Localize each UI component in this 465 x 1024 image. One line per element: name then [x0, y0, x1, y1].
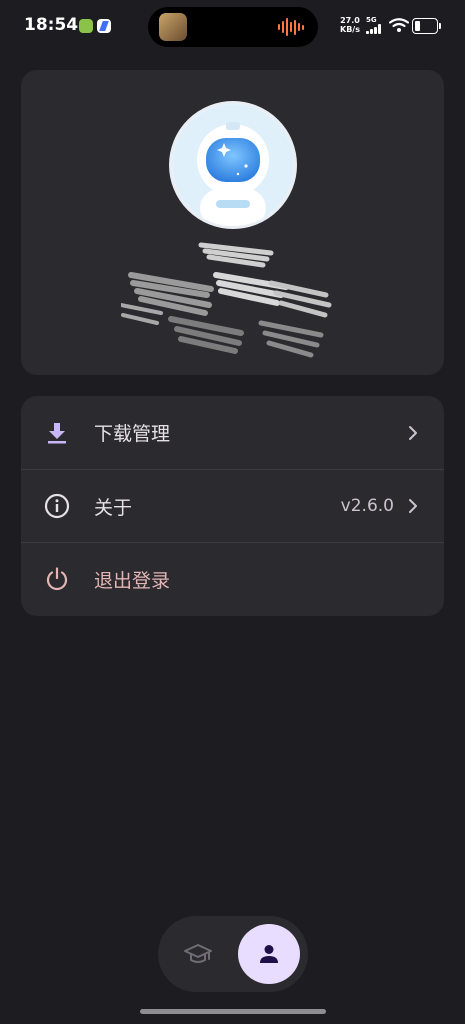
network-speed-unit: KB/s — [340, 25, 360, 34]
network-speed-value: 27.0 — [340, 16, 360, 25]
info-icon — [43, 492, 71, 520]
app-notification-icon — [97, 19, 111, 33]
status-bar: 18:54 27.0 KB/s 5G — [0, 0, 465, 54]
app-notification-icon — [79, 19, 93, 33]
profile-card — [21, 70, 444, 375]
chevron-right-icon — [409, 425, 417, 440]
chevron-right-icon — [409, 499, 417, 513]
battery-level — [415, 21, 420, 31]
graduation-cap-icon — [184, 944, 212, 963]
app-version: v2.6.0 — [340, 496, 394, 516]
battery-icon — [412, 18, 438, 34]
wifi-icon — [389, 18, 409, 32]
settings-menu: 下载管理 关于 v2.6.0 退出登录 — [21, 396, 444, 616]
download-icon — [43, 419, 71, 447]
dynamic-island[interactable] — [148, 7, 318, 47]
profile-screen: 18:54 27.0 KB/s 5G 下载管理 关于 v2.6.0 退出登录 — [0, 0, 465, 1024]
menu-item-download-manager[interactable]: 下载管理 — [21, 396, 444, 469]
person-icon — [260, 945, 278, 963]
menu-item-label: 下载管理 — [94, 423, 171, 445]
power-icon — [43, 565, 71, 593]
audio-wave-icon — [278, 18, 304, 36]
home-indicator[interactable] — [140, 1009, 326, 1014]
astronaut-avatar-icon[interactable] — [169, 101, 297, 229]
nav-courses-tab[interactable] — [172, 928, 224, 980]
menu-item-logout[interactable]: 退出登录 — [21, 542, 444, 615]
menu-item-label: 退出登录 — [94, 569, 171, 592]
redacted-username — [121, 242, 332, 358]
nav-profile-tab[interactable] — [238, 924, 300, 984]
status-time: 18:54 — [24, 15, 79, 35]
network-speed: 27.0 KB/s — [340, 16, 360, 34]
bottom-navigation — [158, 916, 308, 992]
menu-item-label: 关于 — [94, 496, 133, 519]
menu-item-about[interactable]: 关于 v2.6.0 — [21, 469, 444, 542]
battery-tip — [439, 23, 441, 29]
cellular-signal-icon — [366, 24, 381, 34]
network-type: 5G — [366, 16, 377, 24]
media-thumbnail — [159, 13, 187, 41]
